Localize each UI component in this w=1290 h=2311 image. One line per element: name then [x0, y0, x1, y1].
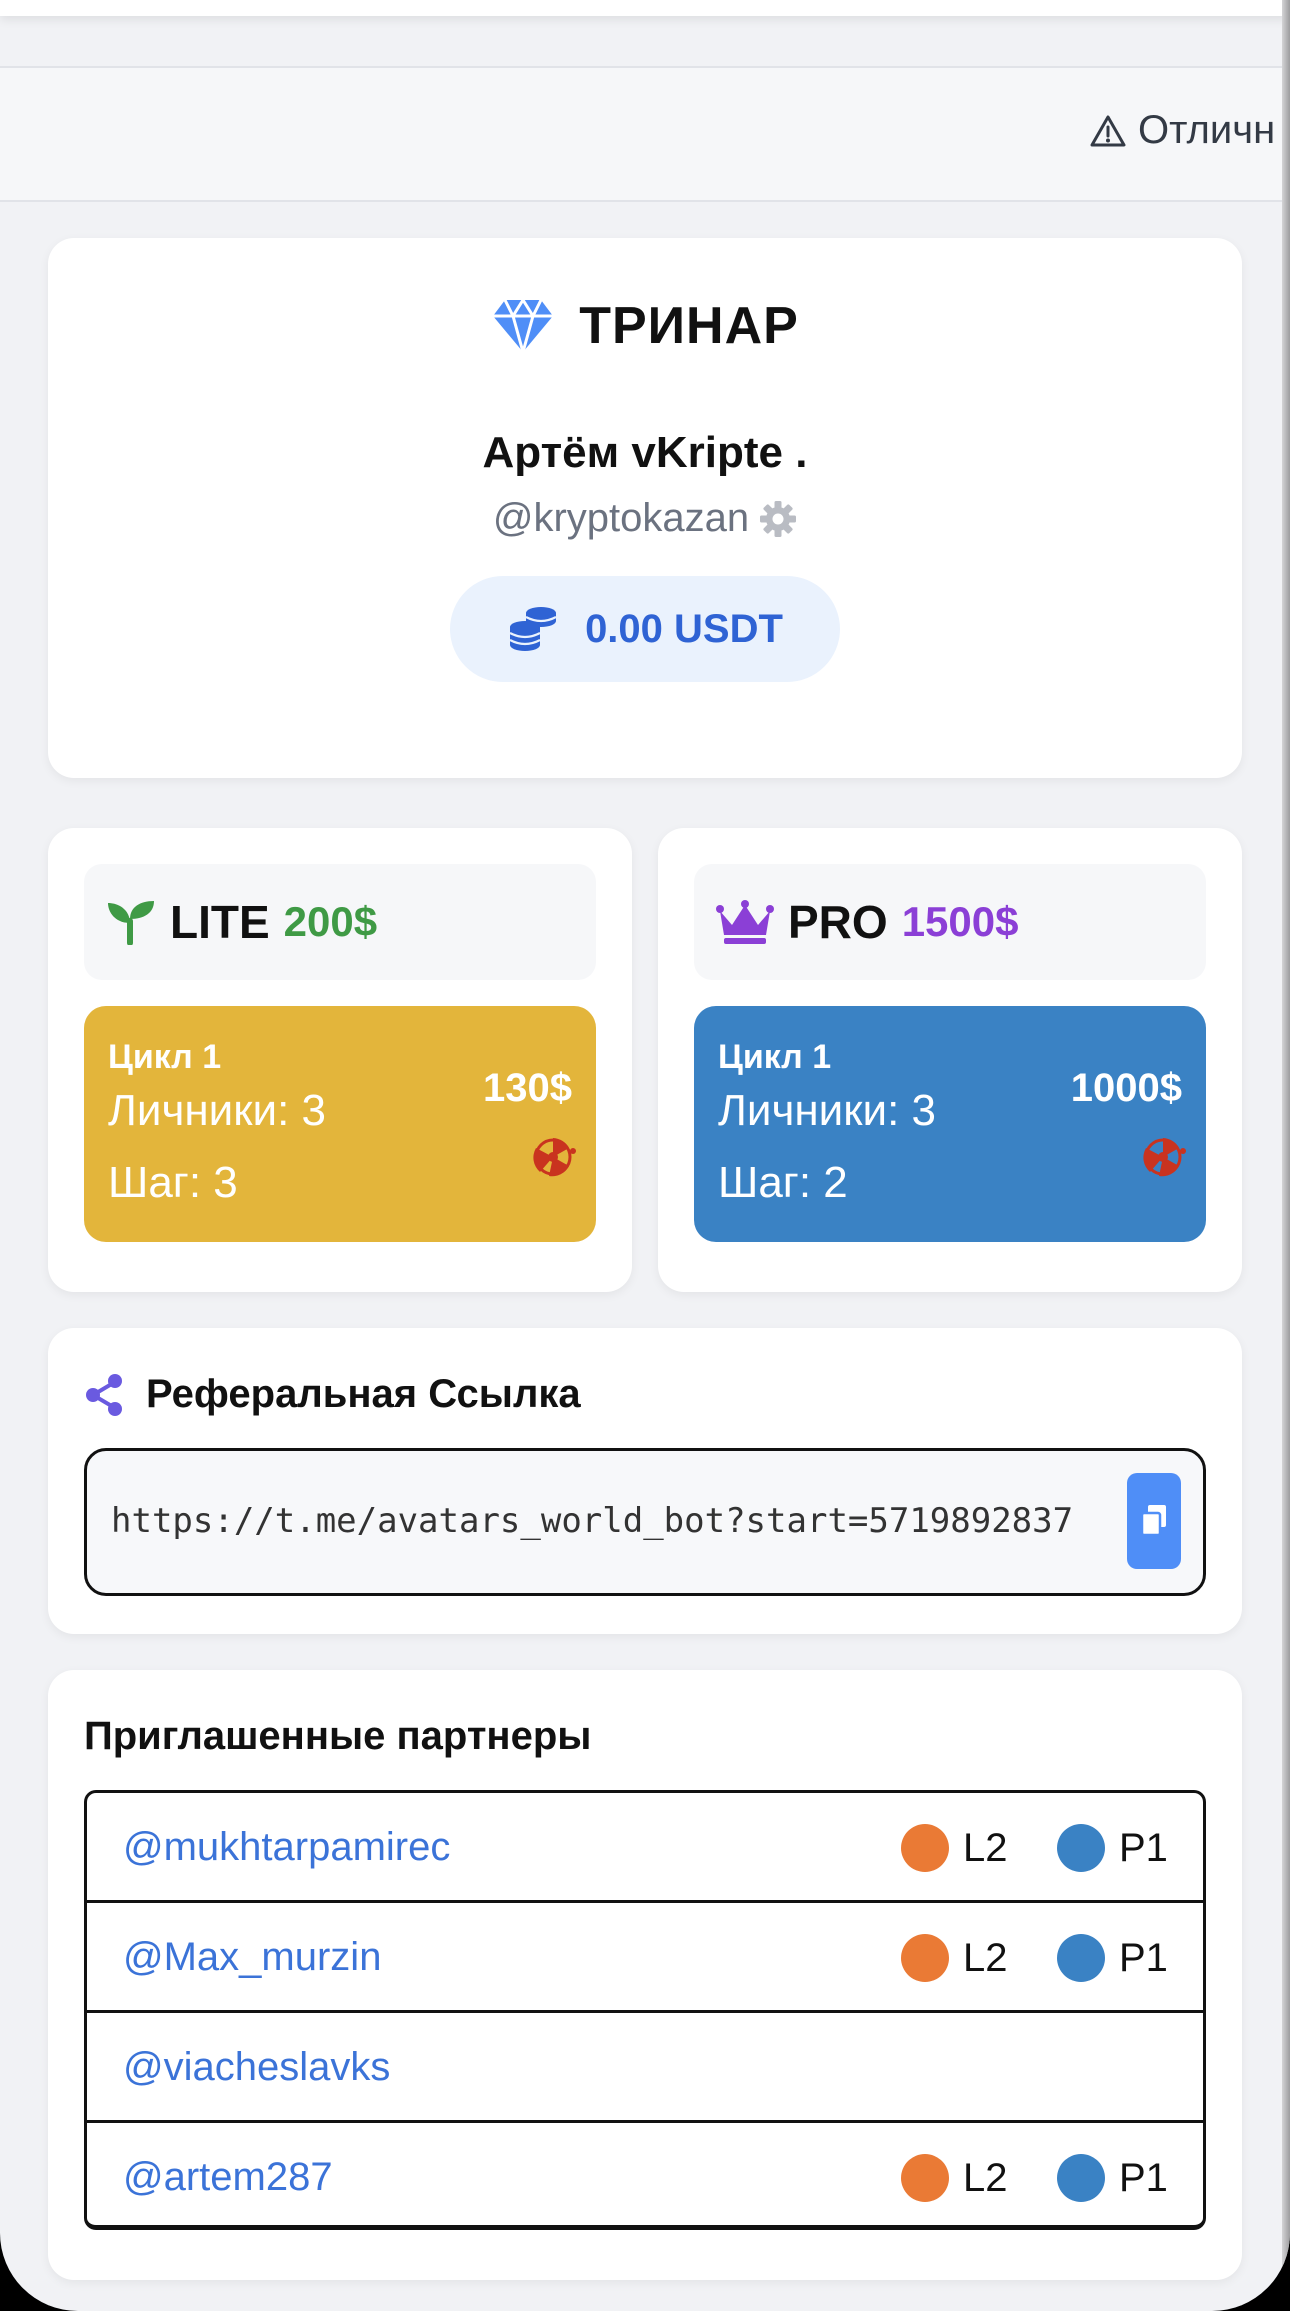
gear-icon[interactable] — [759, 500, 797, 538]
referral-header: Реферальная Ссылка — [84, 1372, 581, 1417]
referral-title: Реферальная Ссылка — [146, 1372, 581, 1416]
copy-button[interactable] — [1127, 1473, 1181, 1569]
spinner-icon — [1143, 1138, 1186, 1177]
plan-name: LITE — [170, 896, 270, 948]
plan-badge: P1 — [1057, 1824, 1168, 1872]
announcement-ticker: Отличн — [0, 66, 1282, 202]
plan-label: P1 — [1119, 1825, 1168, 1870]
partners-title: Приглашенные партнеры — [84, 1714, 592, 1758]
level-dot — [901, 2154, 949, 2202]
level-label: L2 — [963, 1935, 1008, 1980]
spinner-icon — [533, 1138, 576, 1177]
diamond-icon — [493, 298, 554, 354]
plan-price: 1500$ — [901, 898, 1019, 945]
partner-handle[interactable]: @mukhtarpamirec — [123, 1825, 450, 1870]
personal-count: Личники: 3 — [108, 1086, 327, 1135]
partners-list: @mukhtarpamirec L2 P1 @Max_murzin L2 P1 … — [84, 1790, 1206, 2230]
partner-handle[interactable]: @artem287 — [123, 2155, 333, 2200]
app-screen: Отличн ТРИНАР Артём vKripte . @kryptokaz… — [0, 0, 1290, 2311]
cycle-title: Цикл 1 — [108, 1038, 222, 1076]
user-name: Артём vKripte . — [482, 428, 808, 477]
brand-header: ТРИНАР — [48, 296, 1242, 356]
plan-label: P1 — [1119, 1935, 1168, 1980]
device-edge — [1282, 0, 1290, 2311]
partners-card: Приглашенные партнеры @mukhtarpamirec L2… — [48, 1670, 1242, 2280]
step-count: Шаг: 2 — [718, 1158, 848, 1207]
balance-amount: 0.00 USDT — [585, 606, 783, 651]
referral-link-text[interactable]: https://t.me/avatars_world_bot?start=571… — [111, 1501, 1111, 1541]
ticker-message: Отличн — [1090, 108, 1275, 153]
referral-link-field[interactable]: https://t.me/avatars_world_bot?start=571… — [84, 1448, 1206, 1596]
plan-badge: P1 — [1057, 2154, 1168, 2202]
cycle-amount: 130$ — [483, 1066, 572, 1110]
cycle-title: Цикл 1 — [718, 1038, 832, 1076]
plan-price: 200$ — [283, 898, 378, 945]
level-label: L2 — [963, 1825, 1008, 1870]
cycle-amount: 1000$ — [1070, 1066, 1182, 1110]
list-item[interactable]: @Max_murzin L2 P1 — [87, 1903, 1203, 2013]
share-icon — [86, 1373, 122, 1416]
copy-icon — [1140, 1505, 1166, 1537]
plan-badge: P1 — [1057, 1934, 1168, 1982]
plan-header-pro: PRO 1500$ — [694, 864, 1206, 980]
list-item[interactable]: @artem287 L2 P1 — [87, 2123, 1203, 2225]
step-count: Шаг: 3 — [108, 1158, 238, 1207]
level-dot — [901, 1824, 949, 1872]
level-badge: L2 — [901, 1934, 1008, 1982]
ticker-text: Отличн — [1138, 108, 1276, 152]
level-dot — [901, 1934, 949, 1982]
plan-dot — [1057, 1934, 1105, 1982]
crown-icon — [716, 900, 774, 944]
cycle-card-pro[interactable]: Цикл 1 Личники: 3 Шаг: 2 1000$ — [694, 1006, 1206, 1242]
plan-dot — [1057, 2154, 1105, 2202]
user-handle: @kryptokazan — [492, 496, 750, 540]
partner-handle[interactable]: @viacheslavks — [123, 2045, 390, 2090]
list-item[interactable]: @mukhtarpamirec L2 P1 — [87, 1793, 1203, 1903]
brand-name: ТРИНАР — [579, 297, 799, 355]
plan-header-lite: LITE 200$ — [84, 864, 596, 980]
plan-dot — [1057, 1824, 1105, 1872]
personal-count: Личники: 3 — [718, 1086, 937, 1135]
referral-card: Реферальная Ссылка https://t.me/avatars_… — [48, 1328, 1242, 1634]
seedling-icon — [108, 901, 154, 945]
level-label: L2 — [963, 2155, 1008, 2200]
level-badge: L2 — [901, 2154, 1008, 2202]
plan-name: PRO — [788, 896, 888, 948]
user-handle-row: @kryptokazan — [48, 496, 1242, 541]
profile-card: ТРИНАР Артём vKripte . @kryptokazan 0.00… — [48, 238, 1242, 778]
partner-handle[interactable]: @Max_murzin — [123, 1935, 381, 1980]
plan-card-pro[interactable]: PRO 1500$ Цикл 1 Личники: 3 Шаг: 2 1000$ — [658, 828, 1242, 1292]
list-item[interactable]: @viacheslavks — [87, 2013, 1203, 2123]
cycle-card-lite[interactable]: Цикл 1 Личники: 3 Шаг: 3 130$ — [84, 1006, 596, 1242]
plan-card-lite[interactable]: LITE 200$ Цикл 1 Личники: 3 Шаг: 3 130$ — [48, 828, 632, 1292]
level-badge: L2 — [901, 1824, 1008, 1872]
plan-label: P1 — [1119, 2155, 1168, 2200]
top-bar — [0, 0, 1290, 16]
balance-pill[interactable]: 0.00 USDT — [450, 576, 840, 682]
warning-icon — [1090, 115, 1126, 146]
coins-icon — [509, 607, 557, 651]
